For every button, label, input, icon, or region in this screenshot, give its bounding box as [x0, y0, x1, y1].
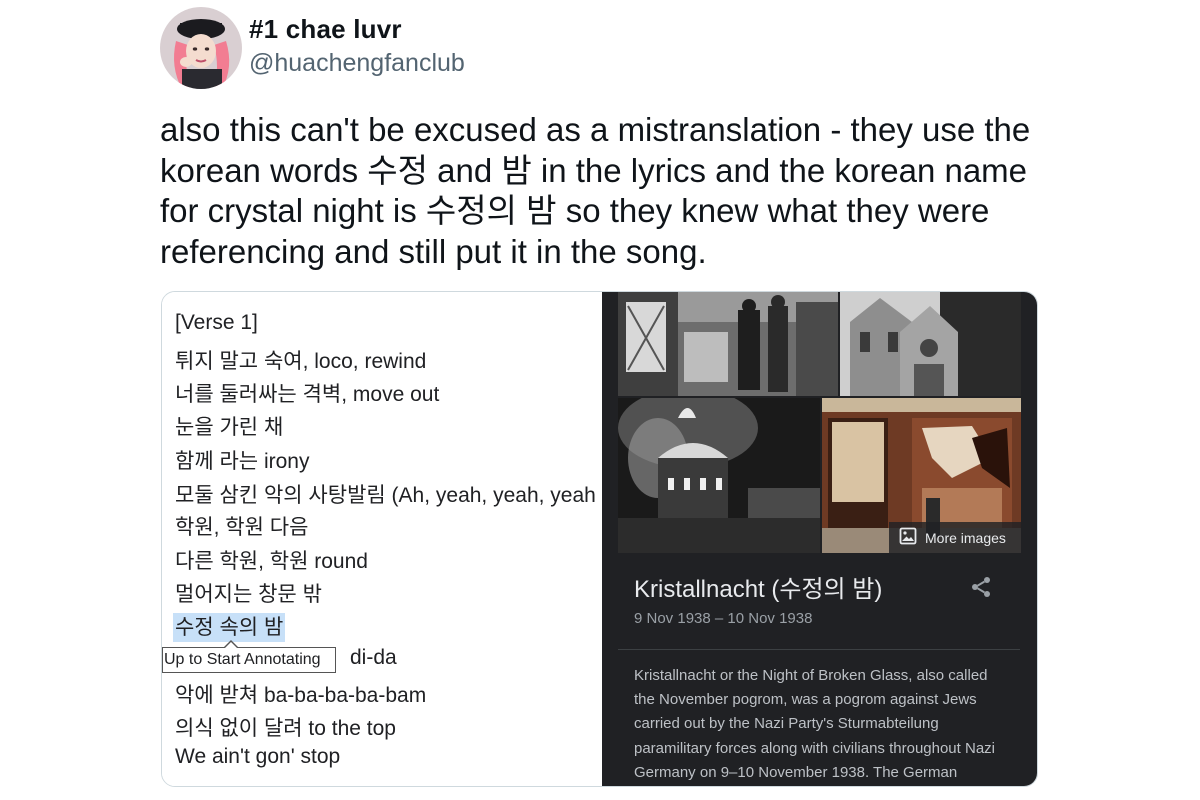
kp-photo-street[interactable]: [618, 292, 838, 396]
lyric-line: [Verse 1]: [175, 311, 258, 334]
kp-photo-burning-synagogue[interactable]: [618, 398, 820, 553]
lyric-line: 튀지 말고 숙여, loco, rewind: [175, 350, 427, 373]
lyric-line: 학원, 학원 다음: [175, 516, 309, 539]
share-icon[interactable]: [969, 575, 993, 599]
lyric-highlight[interactable]: 수정 속의 밤: [173, 613, 286, 642]
kp-photo-shop-window[interactable]: More images: [822, 398, 1021, 553]
lyric-line: 멀어지는 창문 밖: [175, 583, 322, 606]
lyric-line: 악에 받쳐 ba-ba-ba-ba-bam: [175, 684, 427, 707]
user-handle[interactable]: @huachengfanclub: [249, 49, 465, 78]
image-icon: [899, 527, 917, 548]
lyric-line: 눈을 가린 채: [175, 416, 284, 439]
kp-description: Kristallnacht or the Night of Broken Gla…: [634, 667, 995, 781]
lyric-line-highlighted[interactable]: 수정 속의 밤: [173, 611, 286, 642]
kp-divider: [618, 649, 1020, 650]
more-images-button[interactable]: More images: [889, 522, 1021, 553]
kp-photo-building[interactable]: [840, 292, 1021, 396]
lyric-line: 의식 없이 달려 to the top: [175, 717, 396, 740]
lyric-line: di-da: [350, 646, 397, 669]
knowledge-panel: More images Kristallnacht (수정의 밤) 9 Nov …: [602, 292, 1037, 786]
annotate-tooltip[interactable]: Up to Start Annotating: [162, 640, 336, 673]
kp-dates: 9 Nov 1938 – 10 Nov 1938: [634, 610, 813, 627]
more-images-label: More images: [925, 529, 1006, 546]
display-name[interactable]: #1 chae luvr: [249, 14, 402, 45]
tweet-media[interactable]: [Verse 1] 튀지 말고 숙여, loco, rewind 너를 둘러싸는…: [161, 291, 1038, 787]
lyric-line: 다른 학원, 학원 round: [175, 550, 368, 573]
lyric-line: 모둘 삼킨 악의 사탕발림 (Ah, yeah, yeah, yeah: [175, 484, 596, 507]
avatar[interactable]: [160, 7, 242, 89]
lyrics-panel: [Verse 1] 튀지 말고 숙여, loco, rewind 너를 둘러싸는…: [162, 292, 602, 786]
kp-title: Kristallnacht (수정의 밤): [634, 576, 883, 603]
lyric-line: 너를 둘러싸는 격벽, move out: [175, 383, 440, 406]
lyric-line: We ain't gon' stop: [175, 745, 341, 768]
tweet-text: also this can't be excused as a mistrans…: [160, 111, 1031, 270]
lyric-line: 함께 라는 irony: [175, 450, 310, 473]
